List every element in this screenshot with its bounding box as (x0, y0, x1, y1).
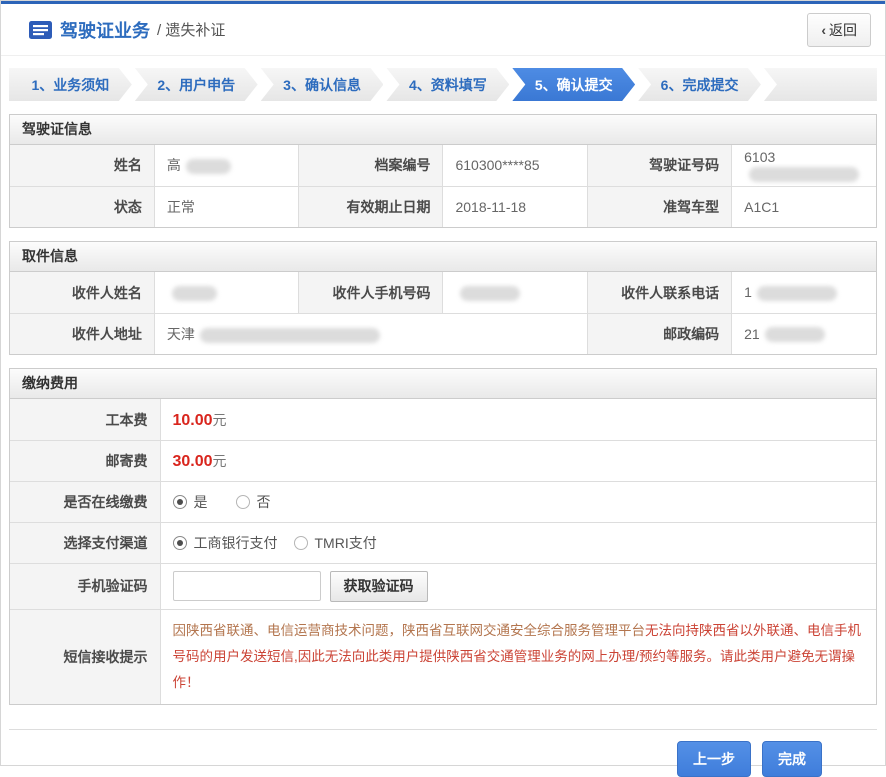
redacted-blur (172, 286, 217, 301)
previous-step-button[interactable]: 上一步 (677, 741, 751, 777)
status-label: 状态 (10, 186, 154, 227)
table-row: 收件人姓名 收件人手机号码 收件人联系电话 1 (10, 272, 876, 313)
page-header: 驾驶证业务 / 遗失补证 ‹返回 (1, 4, 885, 56)
online-pay-options: 是 否 (160, 481, 876, 522)
table-row: 短信接收提示 因陕西省联通、电信运营商技术问题，陕西省互联网交通安全综合服务管理… (10, 609, 876, 704)
redacted-blur (765, 327, 825, 342)
step-3-confirm-info[interactable]: 3、确认信息 (261, 68, 384, 101)
recipient-phone-value: 1 (732, 272, 876, 313)
file-number-label: 档案编号 (299, 145, 443, 186)
status-value: 正常 (154, 186, 298, 227)
license-number-value: 6103 (732, 145, 876, 186)
step-6-complete-submit[interactable]: 6、完成提交 (638, 68, 761, 101)
sms-code-input[interactable] (173, 571, 321, 601)
step-4-fill-data[interactable]: 4、资料填写 (386, 68, 509, 101)
table-row: 手机验证码 获取验证码 (10, 563, 876, 609)
sms-code-field-cell: 获取验证码 (160, 563, 876, 609)
pickup-info-section: 取件信息 收件人姓名 收件人手机号码 收件人联系电话 1 收件人地址 天津 邮政… (9, 241, 877, 355)
payment-section: 缴纳费用 工本费 10.00元 邮寄费 30.00元 是否在线缴费 是 否 选择… (9, 368, 877, 705)
pickup-info-table: 收件人姓名 收件人手机号码 收件人联系电话 1 收件人地址 天津 邮政编码 21 (10, 272, 876, 354)
step-2-user-declaration[interactable]: 2、用户申告 (135, 68, 258, 101)
back-button[interactable]: ‹返回 (807, 13, 871, 47)
payment-table: 工本费 10.00元 邮寄费 30.00元 是否在线缴费 是 否 选择支付渠道 … (10, 399, 876, 704)
production-fee-label: 工本费 (10, 399, 160, 440)
vehicle-class-label: 准驾车型 (587, 186, 731, 227)
pay-channel-options: 工商银行支付 TMRI支付 (160, 522, 876, 563)
table-row: 姓名 高 档案编号 610300****85 驾驶证号码 6103 (10, 145, 876, 186)
back-button-label: 返回 (829, 22, 857, 38)
sms-notice-label: 短信接收提示 (10, 609, 160, 704)
radio-unselected-icon[interactable] (236, 495, 250, 509)
footer-action-bar: 上一步 完成 (9, 729, 877, 777)
license-info-section: 驾驶证信息 姓名 高 档案编号 610300****85 驾驶证号码 6103 … (9, 114, 877, 228)
recipient-mobile-value (443, 272, 587, 313)
radio-selected-icon[interactable] (173, 536, 187, 550)
name-value: 高 (154, 145, 298, 186)
postcode-label: 邮政编码 (587, 313, 731, 354)
redacted-blur (749, 167, 859, 182)
step-5-confirm-submit[interactable]: 5、确认提交 (512, 68, 635, 101)
document-list-icon (29, 21, 52, 39)
license-info-table: 姓名 高 档案编号 610300****85 驾驶证号码 6103 状态 正常 … (10, 145, 876, 227)
redacted-blur (186, 159, 231, 174)
pickup-section-title: 取件信息 (10, 242, 876, 272)
license-section-title: 驾驶证信息 (10, 115, 876, 145)
get-code-button[interactable]: 获取验证码 (330, 571, 428, 602)
online-pay-label: 是否在线缴费 (10, 481, 160, 522)
table-row: 邮寄费 30.00元 (10, 440, 876, 481)
production-fee-value: 10.00元 (160, 399, 876, 440)
file-number-value: 610300****85 (443, 145, 587, 186)
radio-selected-icon[interactable] (173, 495, 187, 509)
recipient-name-label: 收件人姓名 (10, 272, 154, 313)
expiry-date-label: 有效期止日期 (299, 186, 443, 227)
pay-channel-label: 选择支付渠道 (10, 522, 160, 563)
step-bar-filler (764, 68, 877, 101)
radio-option-no[interactable]: 否 (236, 492, 271, 512)
fee-amount: 10.00 (173, 412, 213, 429)
table-row: 是否在线缴费 是 否 (10, 481, 876, 522)
sms-code-label: 手机验证码 (10, 563, 160, 609)
back-chevron-icon: ‹ (821, 22, 826, 38)
recipient-name-value (154, 272, 298, 313)
table-row: 选择支付渠道 工商银行支付 TMRI支付 (10, 522, 876, 563)
radio-option-icbc[interactable]: 工商银行支付 (173, 533, 278, 553)
fee-amount: 30.00 (173, 453, 213, 470)
name-label: 姓名 (10, 145, 154, 186)
recipient-mobile-label: 收件人手机号码 (299, 272, 443, 313)
step-progress-bar: 1、业务须知 2、用户申告 3、确认信息 4、资料填写 5、确认提交 6、完成提… (9, 68, 877, 101)
postage-fee-label: 邮寄费 (10, 440, 160, 481)
recipient-address-value: 天津 (154, 313, 587, 354)
sms-notice-text: 因陕西省联通、电信运营商技术问题，陕西省互联网交通安全综合服务管理平台无法向持陕… (160, 609, 876, 704)
payment-section-title: 缴纳费用 (10, 369, 876, 399)
vehicle-class-value: A1C1 (732, 186, 876, 227)
radio-option-yes[interactable]: 是 (173, 492, 208, 512)
fee-unit: 元 (213, 412, 227, 428)
recipient-address-label: 收件人地址 (10, 313, 154, 354)
fee-unit: 元 (213, 453, 227, 469)
page-title: 驾驶证业务 (60, 17, 150, 43)
license-number-label: 驾驶证号码 (587, 145, 731, 186)
postage-fee-value: 30.00元 (160, 440, 876, 481)
postcode-value: 21 (732, 313, 876, 354)
breadcrumb-current: / 遗失补证 (157, 19, 225, 40)
redacted-blur (460, 286, 520, 301)
redacted-blur (757, 286, 837, 301)
expiry-date-value: 2018-11-18 (443, 186, 587, 227)
radio-option-tmri[interactable]: TMRI支付 (294, 533, 377, 553)
finish-button[interactable]: 完成 (762, 741, 822, 777)
redacted-blur (200, 328, 380, 343)
table-row: 状态 正常 有效期止日期 2018-11-18 准驾车型 A1C1 (10, 186, 876, 227)
radio-unselected-icon[interactable] (294, 536, 308, 550)
recipient-phone-label: 收件人联系电话 (587, 272, 731, 313)
table-row: 工本费 10.00元 (10, 399, 876, 440)
step-1-business-notes[interactable]: 1、业务须知 (9, 68, 132, 101)
table-row: 收件人地址 天津 邮政编码 21 (10, 313, 876, 354)
